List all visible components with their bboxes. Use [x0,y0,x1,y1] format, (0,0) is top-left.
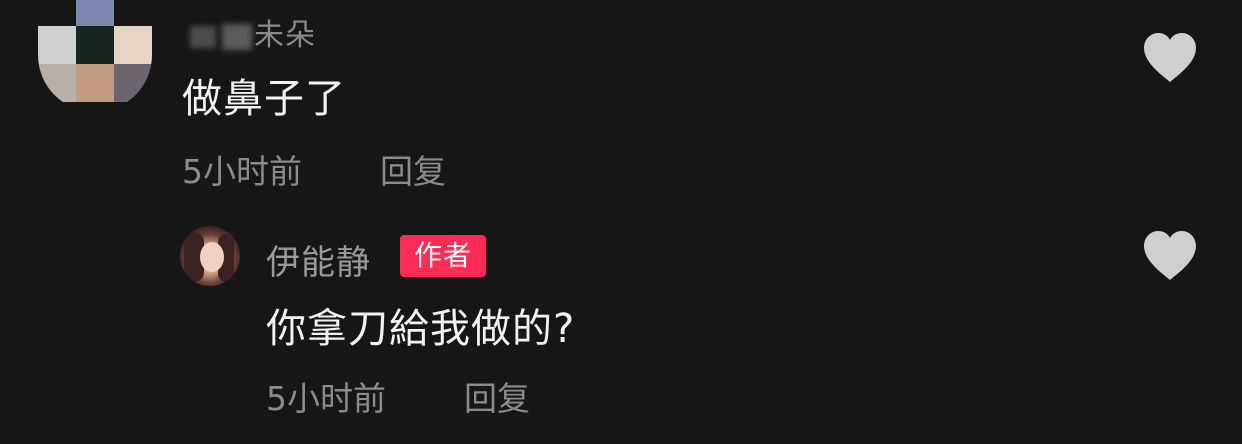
username-partial-char: 未 [254,18,285,53]
author-badge: 作者 [400,235,486,277]
comment-timestamp: 5小时前 [182,152,302,191]
reply-text: 你拿刀給我做的? [266,306,576,352]
redacted-username-part [222,23,252,50]
avatar-mosaic-cell [76,26,114,64]
heart-icon[interactable] [1142,32,1198,84]
avatar-mosaic-cell [114,64,152,102]
avatar-mosaic-cell [76,0,114,26]
avatar-mosaic-cell [76,64,114,102]
reply-button[interactable]: 回复 [380,145,446,193]
reply-timestamp: 5小时前 [266,379,386,418]
heart-icon[interactable] [1142,230,1198,282]
avatar-face [200,242,224,272]
redacted-username-part [190,25,216,48]
comment-username[interactable]: 未朵 [190,10,316,54]
avatar-mosaic-cell [38,64,76,102]
author-avatar[interactable] [180,226,240,286]
reply-username[interactable]: 伊能静 [266,235,371,284]
reply-button[interactable]: 回复 [464,372,530,420]
avatar-mosaic-cell [114,26,152,64]
avatar[interactable] [38,0,152,112]
comment-text: 做鼻子了 [182,76,346,122]
username-visible-char: 朵 [285,18,316,53]
avatar-mosaic-cell [38,26,76,64]
